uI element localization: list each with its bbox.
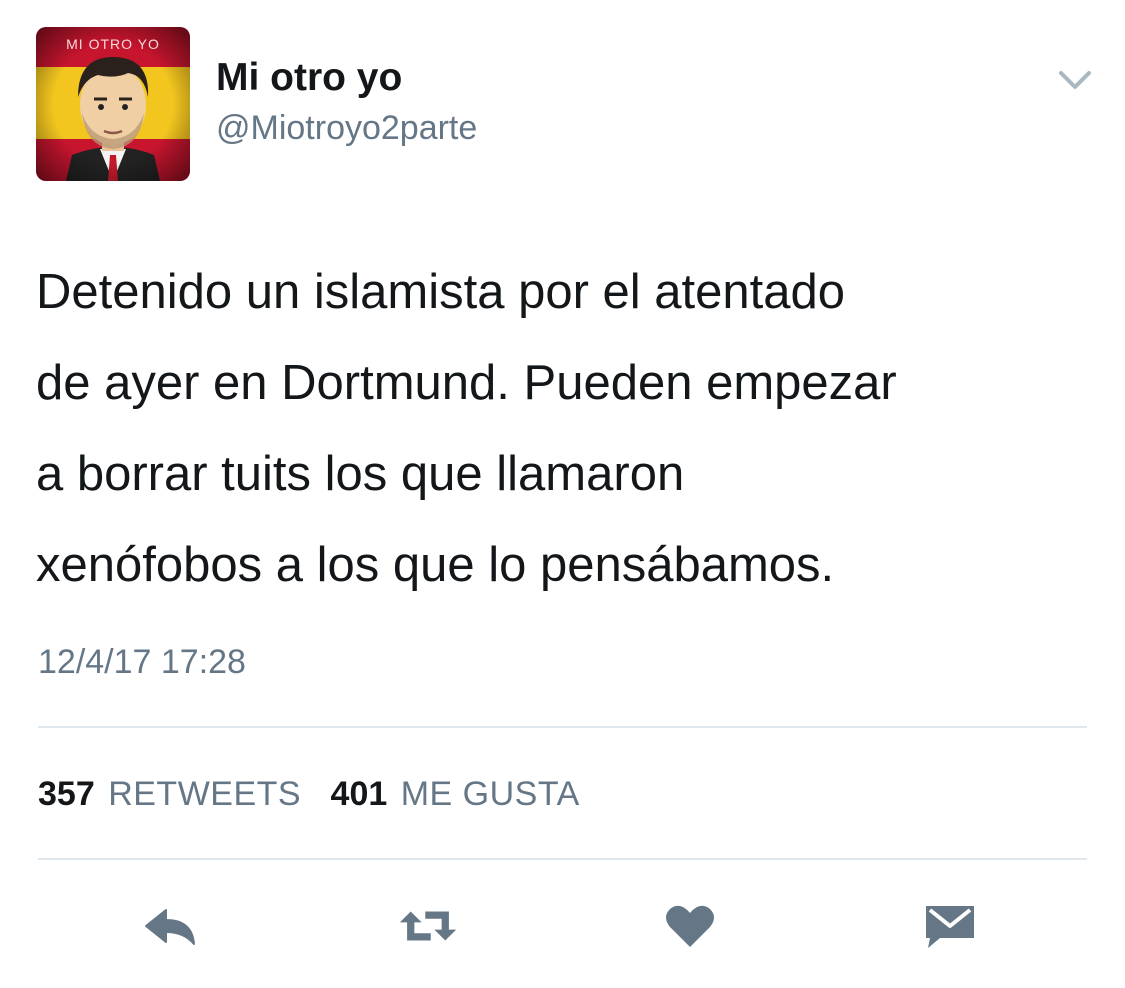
like-button[interactable]	[660, 898, 720, 954]
display-name[interactable]: Mi otro yo	[216, 52, 402, 104]
retweet-icon	[399, 911, 457, 941]
divider	[38, 726, 1087, 728]
likes-stat[interactable]: 401 ME GUSTA	[331, 772, 580, 816]
tweet-stats: 357 RETWEETS 401 ME GUSTA	[38, 772, 600, 816]
tweet-timestamp: 12/4/17 17:28	[38, 643, 246, 681]
retweet-button[interactable]	[398, 898, 458, 954]
avatar[interactable]: MI OTRO YO	[36, 27, 190, 181]
tweet-text: Detenido un islamista por el atentado de…	[36, 265, 897, 592]
retweets-label: RETWEETS	[108, 775, 302, 813]
retweets-count: 357	[38, 775, 95, 813]
user-handle[interactable]: @Miotroyo2parte	[216, 106, 477, 150]
heart-icon	[666, 905, 714, 947]
reply-icon	[145, 909, 195, 945]
divider	[38, 858, 1087, 860]
direct-message-button[interactable]	[920, 898, 980, 954]
likes-count: 401	[330, 775, 388, 813]
reply-button[interactable]	[140, 898, 200, 954]
retweets-stat[interactable]: 357 RETWEETS	[38, 772, 301, 816]
avatar-illustration: MI OTRO YO	[36, 27, 190, 181]
svg-text:MI OTRO YO: MI OTRO YO	[66, 36, 160, 52]
envelope-icon	[926, 906, 974, 948]
tweet-menu-button[interactable]	[1056, 66, 1094, 94]
likes-label: ME GUSTA	[400, 775, 580, 813]
chevron-down-icon	[1059, 71, 1091, 89]
